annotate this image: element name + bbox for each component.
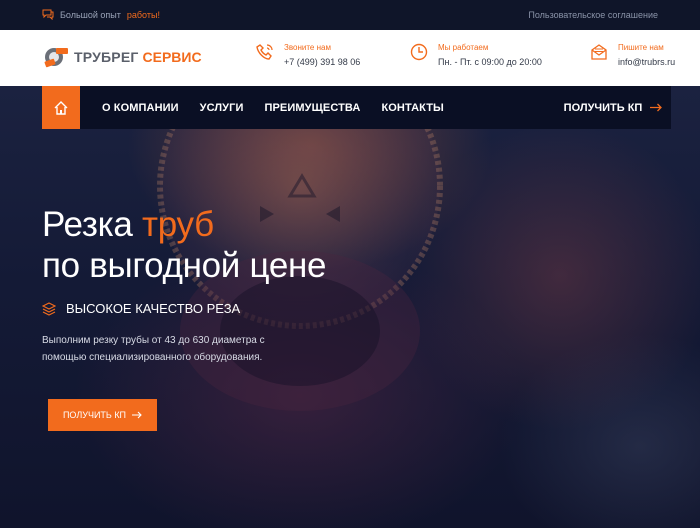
promo-accent: работы!	[126, 9, 160, 20]
home-button[interactable]	[42, 86, 80, 129]
promo-text: Большой опыт	[60, 9, 121, 20]
logo[interactable]: ТРУБРЕГ СЕРВИС	[42, 44, 202, 70]
logo-text-accent: СЕРВИС	[142, 49, 202, 65]
phone-icon	[256, 44, 273, 60]
contact-hours-value: Пн. - Пт. с 09:00 до 20:00	[438, 57, 542, 67]
nav-item-advantages[interactable]: ПРЕИМУЩЕСТВА	[264, 102, 360, 114]
clock-icon	[410, 43, 428, 61]
contact-phone-value: +7 (499) 391 98 06	[284, 57, 361, 67]
hero-title: Резка труб по выгодной цене	[42, 204, 327, 286]
user-agreement-link[interactable]: Пользовательское соглашение	[528, 10, 658, 20]
contact-email-value: info@trubrs.ru	[618, 57, 676, 67]
pipe-cutter-logo-icon	[44, 48, 68, 68]
hero: Резка труб по выгодной цене ВЫСОКОЕ КАЧЕ…	[0, 86, 700, 528]
promo: Большой опыт работы!	[42, 9, 160, 20]
contact-email[interactable]: Пишите нам info@trubrs.ru	[590, 43, 675, 67]
contact-hours-label: Мы работаем	[438, 43, 489, 52]
hero-feature: ВЫСОКОЕ КАЧЕСТВО РЕЗА	[42, 301, 240, 316]
hero-feature-label: ВЫСОКОЕ КАЧЕСТВО РЕЗА	[66, 301, 241, 316]
hero-get-offer-button[interactable]: ПОЛУЧИТЬ КП	[48, 399, 157, 431]
hero-title-part1: Резка	[42, 205, 133, 244]
main-nav: О КОМПАНИИ УСЛУГИ ПРЕИМУЩЕСТВА КОНТАКТЫ …	[42, 86, 671, 129]
nav-item-services[interactable]: УСЛУГИ	[200, 102, 244, 114]
hero-get-offer-label: ПОЛУЧИТЬ КП	[62, 410, 127, 420]
arrow-right-icon	[650, 103, 663, 112]
nav-item-about[interactable]: О КОМПАНИИ	[102, 102, 179, 114]
header: ТРУБРЕГ СЕРВИС Звоните нам +7 (499) 391 9…	[0, 30, 700, 86]
mail-icon	[591, 44, 607, 60]
nav-get-offer-button[interactable]: ПОЛУЧИТЬ КП	[555, 86, 671, 129]
contact-phone-label: Звоните нам	[284, 43, 331, 52]
top-bar: Большой опыт работы! Пользовательское со…	[0, 0, 700, 30]
hero-title-accent: труб	[142, 205, 214, 244]
contact-phone[interactable]: Звоните нам +7 (499) 391 98 06	[256, 43, 360, 67]
logo-text-main: ТРУБРЕГ	[74, 49, 139, 65]
contact-email-label: Пишите нам	[618, 43, 664, 52]
hero-description: Выполним резку трубы от 43 до 630 диамет…	[42, 335, 265, 363]
chat-icon	[42, 9, 54, 20]
home-icon	[54, 100, 68, 115]
contact-hours: Мы работаем Пн. - Пт. с 09:00 до 20:00	[410, 43, 542, 67]
hero-title-line2: по выгодной цене	[42, 246, 327, 285]
arrow-right-icon	[132, 411, 142, 419]
nav-item-contacts[interactable]: КОНТАКТЫ	[381, 102, 443, 114]
nav-get-offer-label: ПОЛУЧИТЬ КП	[563, 101, 643, 114]
layers-icon	[42, 301, 56, 316]
